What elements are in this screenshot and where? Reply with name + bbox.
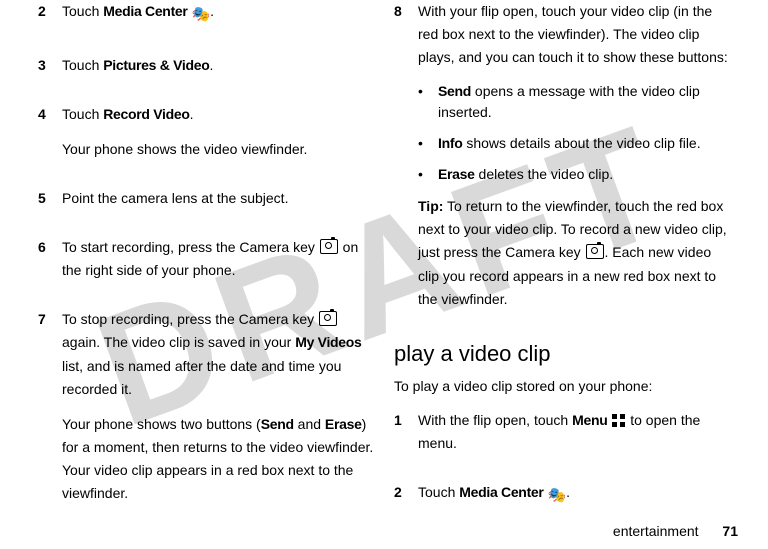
step-number: 7	[38, 308, 62, 517]
step-body: To start recording, press the Camera key…	[62, 236, 374, 294]
step-text: Point the camera lens at the subject.	[62, 187, 374, 210]
step-followup: Your phone shows two buttons (Send and E…	[62, 413, 374, 505]
multimedia-icon: 🎭	[191, 3, 210, 28]
step-number: 2	[38, 0, 62, 40]
step-number: 3	[38, 54, 62, 89]
step-text: To stop recording, press the Camera key …	[62, 308, 374, 400]
step-6: 6To start recording, press the Camera ke…	[38, 236, 374, 294]
step-body: Touch Record Video. Your phone shows the …	[62, 103, 374, 173]
step-number: 6	[38, 236, 62, 294]
bold-term: Erase	[438, 166, 475, 182]
step-text: Touch Media Center 🎭.	[418, 481, 730, 509]
step-body: With your flip open, touch your video cl…	[418, 0, 730, 323]
multimedia-icon: 🎭	[547, 484, 566, 509]
step-body: To stop recording, press the Camera key …	[62, 308, 374, 517]
step-text: To start recording, press the Camera key…	[62, 236, 374, 282]
bold-term: Media Center	[459, 484, 543, 500]
tip-text: Tip: To return to the viewfinder, touch …	[418, 195, 730, 310]
step-2: 2Touch Media Center 🎭.	[38, 0, 374, 40]
right-column: 8With your flip open, touch your video c…	[384, 0, 740, 510]
step-5: 5Point the camera lens at the subject.	[38, 187, 374, 222]
bullet-item: Info shows details about the video clip …	[418, 133, 730, 154]
left-column: 2Touch Media Center 🎭.3Touch Pictures & …	[28, 0, 384, 510]
step-followup: Your phone shows the video viewfinder.	[62, 138, 374, 161]
step-number: 4	[38, 103, 62, 173]
section-intro: To play a video clip stored on your phon…	[394, 375, 730, 397]
bullet-item: Send opens a message with the video clip…	[418, 81, 730, 123]
page-footer: entertainment 71	[613, 523, 738, 539]
step-text: With the flip open, touch Menu to open t…	[418, 409, 730, 455]
step-text: Touch Record Video.	[62, 103, 374, 126]
bold-term: Send	[438, 83, 471, 99]
step-number: 2	[394, 481, 418, 521]
footer-page-number: 71	[722, 523, 738, 539]
step-1: 1With the flip open, touch Menu to open …	[394, 409, 730, 467]
bold-term: Send	[261, 416, 294, 432]
page-content: 2Touch Media Center 🎭.3Touch Pictures & …	[0, 0, 768, 510]
tip-label: Tip:	[418, 198, 443, 214]
bold-term: Record Video	[103, 106, 189, 122]
bold-term: Info	[438, 135, 462, 151]
step-body: Touch Pictures & Video.	[62, 54, 374, 89]
camera-icon	[319, 311, 337, 326]
bold-term: Erase	[325, 416, 362, 432]
step-text: With your flip open, touch your video cl…	[418, 0, 730, 69]
bullet-list: Send opens a message with the video clip…	[418, 81, 730, 185]
step-body: With the flip open, touch Menu to open t…	[418, 409, 730, 467]
step-number: 5	[38, 187, 62, 222]
step-body: Touch Media Center 🎭.	[418, 481, 730, 521]
step-3: 3Touch Pictures & Video.	[38, 54, 374, 89]
section-heading: play a video clip	[394, 341, 730, 367]
step-8: 8With your flip open, touch your video c…	[394, 0, 730, 323]
bold-term: Pictures & Video	[103, 57, 209, 73]
step-2: 2Touch Media Center 🎭.	[394, 481, 730, 521]
step-7: 7To stop recording, press the Camera key…	[38, 308, 374, 517]
step-text: Touch Pictures & Video.	[62, 54, 374, 77]
bold-term: Media Center	[103, 3, 187, 19]
bullet-item: Erase deletes the video clip.	[418, 164, 730, 185]
bold-term: My Videos	[295, 334, 361, 350]
bold-term: Menu	[572, 412, 607, 428]
step-body: Touch Media Center 🎭.	[62, 0, 374, 40]
grid-icon	[612, 414, 625, 427]
camera-icon	[320, 239, 338, 254]
step-number: 1	[394, 409, 418, 467]
step-number: 8	[394, 0, 418, 323]
step-body: Point the camera lens at the subject.	[62, 187, 374, 222]
step-text: Touch Media Center 🎭.	[62, 0, 374, 28]
camera-icon	[586, 244, 604, 259]
step-4: 4Touch Record Video. Your phone shows the…	[38, 103, 374, 173]
footer-section: entertainment	[613, 523, 699, 539]
